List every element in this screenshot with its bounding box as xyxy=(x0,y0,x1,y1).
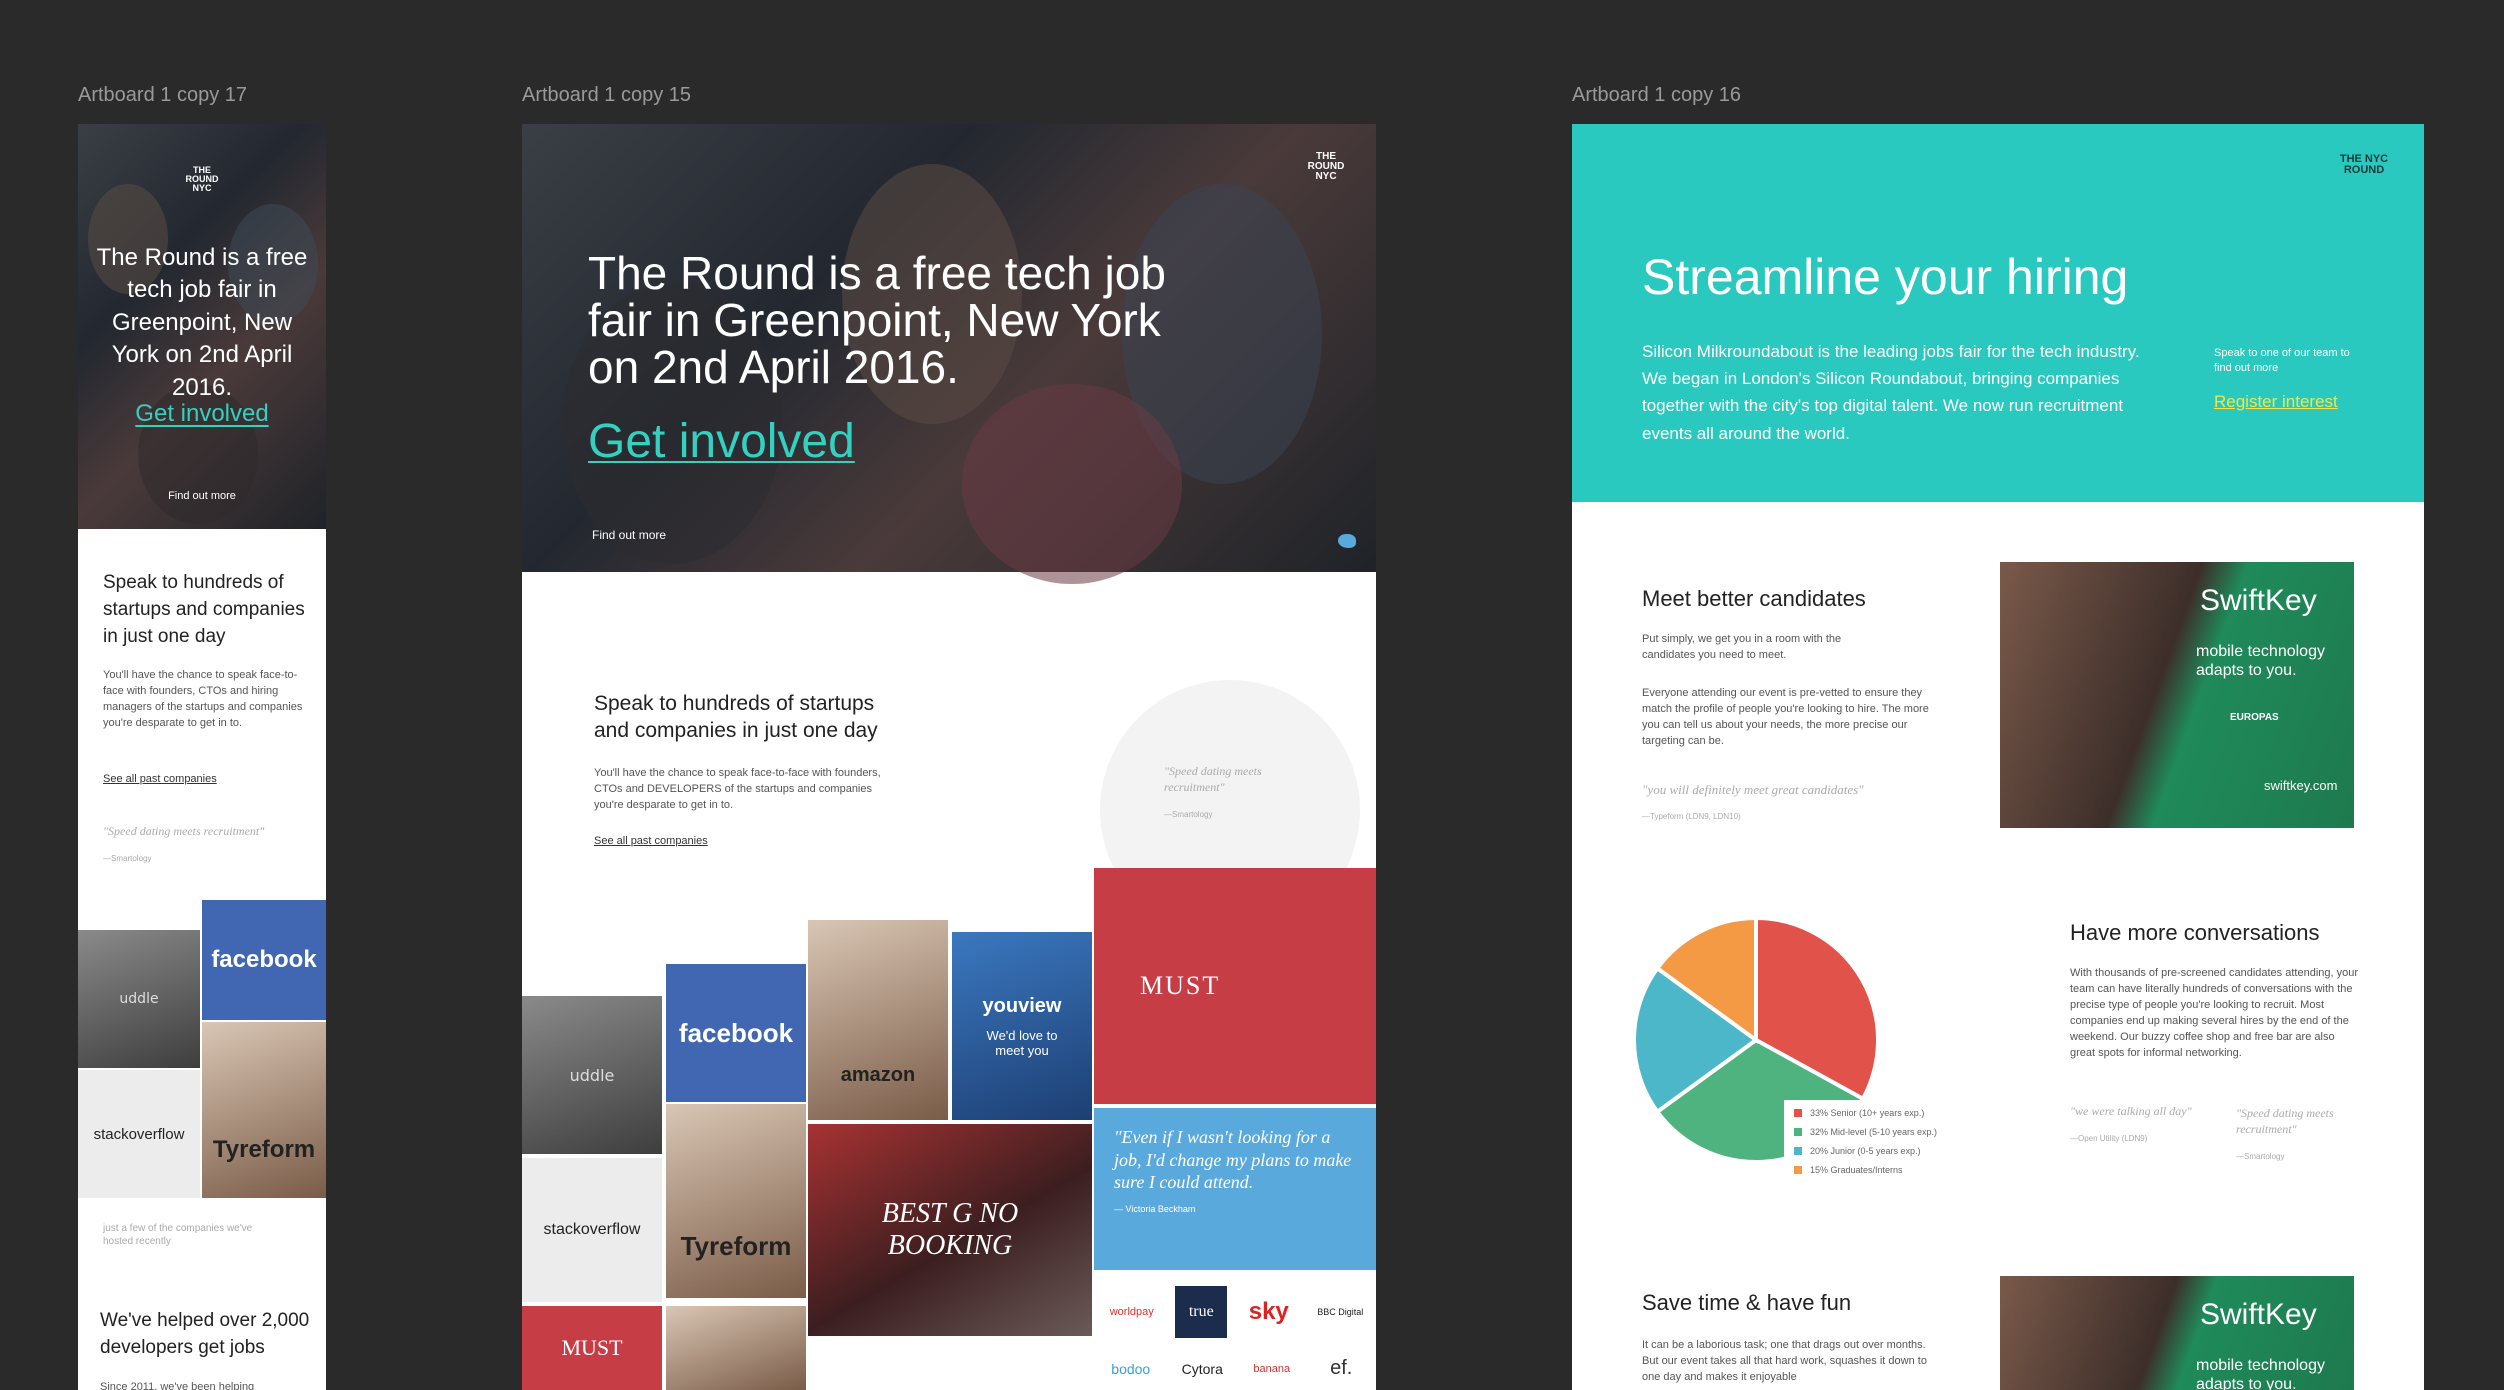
photo-tile-people-desktop: uddle xyxy=(522,996,662,1154)
see-all-companies-link[interactable]: See all past companies xyxy=(103,772,217,788)
speak-quote-attr: —Smartology xyxy=(103,854,152,863)
facebook-tile-desktop: facebook xyxy=(666,964,806,1102)
brand-sky: sky xyxy=(1248,1297,1289,1325)
swiftkey-photo: SwiftKey mobile technology adapts to you… xyxy=(2000,562,2354,828)
hiring-hero: THE NYC ROUND Streamline your hiring Sili… xyxy=(1572,124,2424,502)
legend-label: 15% Graduates/Interns xyxy=(1810,1165,1903,1175)
swiftkey-tagline: mobile technology adapts to you. xyxy=(2196,643,2325,680)
hiring-title: Streamline your hiring xyxy=(1642,249,2129,305)
photo-tile-people: uddle xyxy=(78,930,200,1068)
facebook-tile: facebook xyxy=(202,900,326,1020)
must-tile: MUST xyxy=(1094,868,1376,1104)
must-tile-small: MUST xyxy=(522,1306,662,1390)
get-involved-link[interactable]: Get involved xyxy=(78,400,326,428)
typeform-tile-desktop: Tyreform xyxy=(666,1104,806,1298)
register-interest-link[interactable]: Register interest xyxy=(2214,392,2338,412)
swiftkey-brand-2: SwiftKey xyxy=(2200,1298,2317,1331)
artboard-mobile: THE ROUND NYC The Round is a free tech job… xyxy=(78,124,326,1390)
legend-label: 20% Junior (0-5 years exp.) xyxy=(1810,1146,1921,1156)
legend-swatch xyxy=(1794,1109,1802,1117)
stackoverflow-tile-desktop: stackoverflow xyxy=(522,1158,662,1302)
conversations-body: With thousands of pre-screened candidate… xyxy=(2070,967,2359,1059)
hero-section: THE ROUND NYC The Round is a free tech job… xyxy=(78,124,326,529)
brand-cytora: Cytora xyxy=(1181,1360,1223,1377)
brand-ef: ef. xyxy=(1330,1357,1353,1380)
speak-body-desktop: You'll have the chance to speak face-to-… xyxy=(594,767,881,811)
conversations-attr-1: —Open Utility (LDN9) xyxy=(2070,1134,2148,1143)
brand-worldpay: worldpay xyxy=(1109,1305,1154,1318)
speak-quote: "Speed dating meets recruitment" xyxy=(103,824,265,838)
best-tile: BEST G NO BOOKING xyxy=(808,1124,1092,1336)
photo-tile-small xyxy=(666,1306,806,1390)
candidates-p1: Put simply, we get you in a room with th… xyxy=(1642,633,1842,661)
brand-strip: worldpay true sky BBC Digital bodoo Cyto… xyxy=(1094,1276,1376,1390)
brand-banana: banana xyxy=(1253,1362,1291,1375)
legend-item: 20% Junior (0-5 years exp.) xyxy=(1794,1146,1944,1156)
artboard-label-17[interactable]: Artboard 1 copy 17 xyxy=(78,84,247,107)
hero-title: The Round is a free tech job fair in Gre… xyxy=(96,244,308,401)
speak-title: Speak to hundreds of startups and compan… xyxy=(103,572,305,647)
legend-swatch xyxy=(1794,1166,1802,1174)
conversations-quote-1: "we were talking all day" xyxy=(2070,1104,2192,1118)
stackoverflow-tile: stackoverflow xyxy=(78,1070,200,1198)
legend-item: 33% Senior (10+ years exp.) xyxy=(1794,1108,1944,1118)
helped-title: We've helped over 2,000 developers get j… xyxy=(100,1310,310,1358)
swiftkey-brand: SwiftKey xyxy=(2200,584,2317,617)
find-out-more-link-desktop[interactable]: Find out more xyxy=(592,528,666,542)
blue-quote-tile: "Even if I wasn't looking for a job, I'd… xyxy=(1094,1108,1376,1270)
conversations-quote-2: "Speed dating meets recruitment" xyxy=(2236,1106,2334,1136)
artboard-label-15[interactable]: Artboard 1 copy 15 xyxy=(522,84,691,107)
hero-title-desktop: The Round is a free tech job fair in Gre… xyxy=(588,247,1166,393)
artboard-label-16[interactable]: Artboard 1 copy 16 xyxy=(1572,84,1741,107)
see-all-companies-link-desktop[interactable]: See all past companies xyxy=(594,834,708,850)
swiftkey-award: EUROPAS xyxy=(2230,712,2279,723)
brand-bbc: BBC Digital xyxy=(1317,1306,1364,1317)
speak-body: You'll have the chance to speak face-to-… xyxy=(103,669,303,729)
artboard-hiring: THE NYC ROUND Streamline your hiring Sili… xyxy=(1572,124,2424,1390)
circle-quote-attr: —Smartology xyxy=(1164,810,1213,819)
fun-title: Save time & have fun xyxy=(1642,1290,1852,1315)
candidates-p2: Everyone attending our event is pre-vett… xyxy=(1642,687,1929,747)
youview-tile: youview We'd love to meet you xyxy=(952,932,1092,1120)
hero-section-desktop: THE ROUND NYC The Round is a free tech job… xyxy=(522,124,1376,584)
legend-swatch xyxy=(1794,1147,1802,1155)
candidates-attr: —Typeform (LDN9, LDN10) xyxy=(1642,812,1741,821)
hiring-aside: Speak to one of our team to find out mor… xyxy=(2214,347,2350,375)
fun-body: It can be a laborious task; one that dra… xyxy=(1642,1339,1927,1383)
get-involved-link-desktop[interactable]: Get involved xyxy=(588,414,855,469)
typeform-tile: Tyreform xyxy=(202,1022,326,1198)
pie-legend: 33% Senior (10+ years exp.) 32% Mid-level… xyxy=(1784,1100,1954,1200)
candidates-quote: "you will definitely meet great candidat… xyxy=(1642,782,1864,797)
conversations-attr-2: —Smartology xyxy=(2236,1152,2285,1161)
swiftkey-photo-2: SwiftKey mobile technology adapts to you… xyxy=(2000,1276,2354,1390)
swiftkey-tagline-2: mobile technology adapts to you. xyxy=(2196,1357,2325,1390)
legend-item: 15% Graduates/Interns xyxy=(1794,1165,1944,1175)
brand-true: true xyxy=(1175,1285,1228,1338)
legend-swatch xyxy=(1794,1128,1802,1136)
speak-title-desktop: Speak to hundreds of startups and compan… xyxy=(594,692,878,743)
legend-item: 32% Mid-level (5-10 years exp.) xyxy=(1794,1127,1944,1137)
since-text: Since 2011, we've been helping xyxy=(100,1381,255,1390)
candidates-title: Meet better candidates xyxy=(1642,586,1866,611)
hiring-body: Silicon Milkroundabout is the leading jo… xyxy=(1642,342,2140,443)
conversations-title: Have more conversations xyxy=(2070,920,2320,945)
companies-caption: just a few of the companies we've hosted… xyxy=(103,1223,253,1247)
artboard-desktop: THE ROUND NYC The Round is a free tech job… xyxy=(522,124,1376,1390)
logo-desktop[interactable]: THE ROUND NYC xyxy=(1304,152,1348,182)
find-out-more-link[interactable]: Find out more xyxy=(78,490,326,502)
swiftkey-url: swiftkey.com xyxy=(2264,778,2338,793)
twitter-icon[interactable] xyxy=(1338,534,1356,548)
logo[interactable]: THE ROUND NYC xyxy=(182,166,222,193)
legend-label: 32% Mid-level (5-10 years exp.) xyxy=(1810,1127,1938,1137)
logo-hiring[interactable]: THE NYC ROUND xyxy=(2338,154,2390,176)
brand-bodoo: bodoo xyxy=(1111,1360,1151,1377)
legend-label: 33% Senior (10+ years exp.) xyxy=(1810,1108,1925,1118)
amazon-tile: amazon xyxy=(808,920,948,1120)
circle-quote: "Speed dating meets recruitment" xyxy=(1164,764,1262,794)
